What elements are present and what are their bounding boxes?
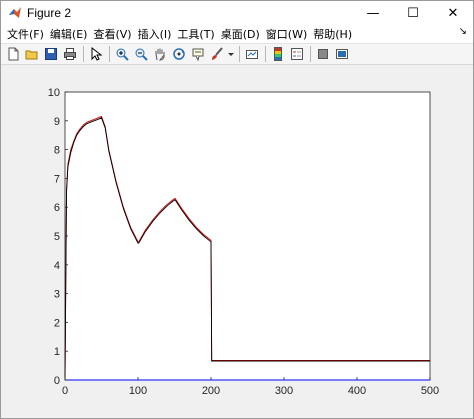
menu-tools[interactable]: 工具(T)	[174, 26, 217, 42]
y-tick-label: 10	[48, 87, 60, 99]
zoom-in-button[interactable]	[113, 45, 131, 63]
figure-toolbar	[1, 43, 473, 65]
menu-desktop[interactable]: 桌面(D)	[218, 26, 263, 42]
toolbar-separator	[310, 46, 311, 62]
y-tick-label: 4	[54, 260, 60, 272]
menu-help[interactable]: 帮助(H)	[310, 26, 355, 42]
x-tick-label: 200	[202, 385, 220, 397]
insert-legend-button[interactable]	[288, 45, 306, 63]
rotate-3d-icon	[173, 48, 185, 60]
data-cursor-icon	[192, 48, 204, 61]
link-plot-icon	[246, 50, 258, 59]
hide-plot-tools-button[interactable]	[314, 45, 332, 63]
zoom-in-icon	[116, 48, 129, 61]
toolbar-separator	[239, 46, 240, 62]
menu-edit[interactable]: 编辑(E)	[47, 26, 91, 42]
x-tick-label: 400	[348, 385, 366, 397]
y-tick-label: 5	[54, 231, 60, 243]
y-tick-label: 1	[54, 346, 60, 358]
pan-button[interactable]	[151, 45, 169, 63]
new-figure-button[interactable]	[4, 45, 22, 63]
y-tick-label: 0	[54, 375, 60, 387]
menu-window[interactable]: 窗口(W)	[263, 26, 310, 42]
y-tick-label: 7	[54, 173, 60, 185]
menu-insert[interactable]: 插入(I)	[135, 26, 175, 42]
show-plot-tools-icon	[336, 49, 348, 59]
toolbar-separator	[265, 46, 266, 62]
x-tick-label: 100	[129, 385, 147, 397]
figure-window: Figure 2 — ☐ ✕ 文件(F) 编辑(E) 查看(V) 插入(I) 工…	[0, 0, 474, 419]
save-button[interactable]	[42, 45, 60, 63]
axes-background	[64, 91, 431, 381]
title-bar[interactable]: Figure 2 — ☐ ✕	[1, 1, 473, 25]
y-tick-label: 3	[54, 289, 60, 301]
zoom-out-button[interactable]	[132, 45, 150, 63]
window-title: Figure 2	[27, 6, 72, 20]
toolbar-separator	[109, 46, 110, 62]
y-tick-label: 6	[54, 202, 60, 214]
x-tick-label: 0	[62, 385, 68, 397]
y-tick-label: 8	[54, 145, 60, 157]
rotate-3d-button[interactable]	[170, 45, 188, 63]
link-plot-button[interactable]	[243, 45, 261, 63]
x-tick-label: 300	[275, 385, 293, 397]
zoom-out-icon	[135, 48, 148, 61]
menu-view[interactable]: 查看(V)	[90, 26, 134, 42]
data-cursor-button[interactable]	[189, 45, 207, 63]
menu-bar: 文件(F) 编辑(E) 查看(V) 插入(I) 工具(T) 桌面(D) 窗口(W…	[1, 25, 473, 43]
hide-plot-tools-icon	[318, 49, 328, 59]
edit-plot-icon	[91, 47, 103, 61]
open-file-icon	[25, 50, 38, 60]
insert-colorbar-icon	[274, 47, 282, 61]
window-controls: — ☐ ✕	[353, 1, 473, 25]
figure-canvas[interactable]: 0 100 200 300 400 500 0 1 2 3 4 5 6 7 8 9 10	[2, 66, 473, 418]
menu-overflow-icon[interactable]: ↘	[459, 26, 467, 37]
close-icon: ✕	[447, 5, 459, 21]
line-plot[interactable]: 0 100 200 300 400 500 0 1 2 3 4 5 6 7 8 9 10	[2, 66, 473, 418]
print-button[interactable]	[61, 45, 79, 63]
brush-icon	[212, 47, 223, 60]
edit-plot-button[interactable]	[87, 45, 105, 63]
brush-dropdown-button[interactable]	[227, 45, 235, 63]
close-button[interactable]: ✕	[433, 1, 473, 25]
new-figure-icon	[8, 47, 19, 61]
open-file-button[interactable]	[23, 45, 41, 63]
show-plot-tools-button[interactable]	[333, 45, 351, 63]
toolbar-separator	[83, 46, 84, 62]
y-tick-label: 9	[54, 116, 60, 128]
pan-icon	[155, 48, 165, 61]
minimize-icon: —	[366, 5, 380, 21]
menu-file[interactable]: 文件(F)	[4, 26, 47, 42]
matlab-app-icon	[9, 7, 21, 18]
insert-colorbar-button[interactable]	[269, 45, 287, 63]
save-icon	[45, 48, 57, 60]
y-tick-label: 2	[54, 317, 60, 329]
x-tick-label: 500	[421, 385, 439, 397]
brush-button[interactable]	[208, 45, 226, 63]
dropdown-arrow-icon	[228, 53, 234, 56]
insert-legend-icon	[291, 48, 303, 60]
print-icon	[64, 48, 76, 60]
maximize-icon: ☐	[407, 5, 419, 21]
minimize-button[interactable]: —	[353, 1, 393, 25]
maximize-button[interactable]: ☐	[393, 1, 433, 25]
